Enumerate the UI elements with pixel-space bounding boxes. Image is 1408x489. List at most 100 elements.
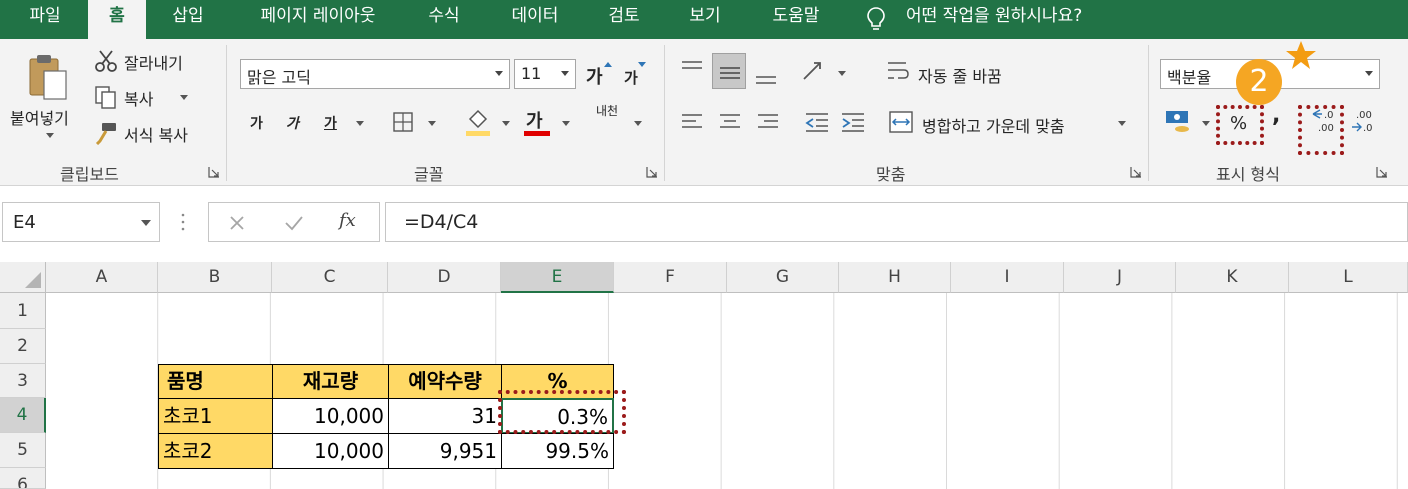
active-cell-highlight-box (498, 390, 626, 434)
format-painter-button[interactable]: 서식 복사 (94, 121, 214, 147)
merge-center-icon (889, 111, 913, 133)
decrease-indent-icon[interactable] (804, 111, 830, 133)
tell-me-text: 어떤 작업을 원하시나요? (906, 6, 1083, 26)
cut-button[interactable]: 잘라내기 (94, 49, 204, 75)
name-box-value: E4 (13, 212, 36, 233)
tab-review[interactable]: 검토 (598, 0, 650, 39)
fill-color-icon[interactable] (464, 107, 492, 137)
alignment-group-label: 맞춤 (876, 165, 906, 184)
align-bottom-icon[interactable] (754, 65, 778, 85)
align-middle-icon (720, 67, 740, 79)
column-header-j[interactable]: J (1064, 262, 1176, 293)
orientation-icon[interactable] (800, 59, 826, 85)
table-cell[interactable]: 10,000 (272, 398, 389, 434)
tab-view[interactable]: 보기 (680, 0, 730, 39)
lightbulb-icon (867, 7, 885, 30)
formula-input[interactable]: =D4/C4 (385, 202, 1408, 242)
comma-style-button[interactable]: , (1272, 103, 1280, 128)
font-color-button[interactable]: 가 (526, 107, 543, 133)
tab-page-layout[interactable]: 페이지 레이아웃 (240, 0, 396, 39)
increase-indent-icon[interactable] (840, 111, 866, 133)
tab-help[interactable]: 도움말 (760, 0, 832, 39)
table-cell[interactable]: 99.5% (501, 433, 614, 469)
enter-check-icon[interactable] (283, 213, 305, 233)
tab-file[interactable]: 파일 (20, 0, 70, 39)
italic-button[interactable]: 가 (286, 113, 299, 133)
row-header-1[interactable]: 1 (0, 293, 46, 329)
worksheet-grid: A B C D E F G H I J K L 1 2 3 4 5 6 품명 재… (0, 262, 1408, 489)
table-header-cell[interactable]: 재고량 (272, 364, 389, 399)
select-all-corner[interactable] (0, 262, 46, 293)
font-size-value: 11 (521, 64, 542, 83)
bold-button[interactable]: 가 (250, 113, 263, 133)
underline-button[interactable]: 가 (324, 113, 337, 133)
column-header-a[interactable]: A (46, 262, 158, 293)
tab-insert[interactable]: 삽입 (162, 0, 214, 39)
font-size-combo[interactable]: 11 (514, 59, 576, 89)
column-header-k[interactable]: K (1176, 262, 1289, 293)
decrease-decimal-icon[interactable]: .00 .0 (1350, 107, 1380, 135)
row-header-6[interactable]: 6 (0, 468, 46, 489)
table-header-cell[interactable]: 품명 (158, 364, 273, 399)
font-name-value: 맑은 고딕 (247, 68, 311, 87)
tab-home[interactable]: 홈 (88, 0, 146, 39)
chevron-down-icon (561, 71, 569, 76)
group-divider (226, 45, 227, 181)
table-cell[interactable]: 10,000 (272, 433, 389, 469)
cancel-icon[interactable] (227, 213, 247, 233)
phonetic-button[interactable]: 내천 (596, 105, 618, 117)
grow-font-button[interactable]: 가 (586, 63, 603, 89)
align-left-icon[interactable] (680, 111, 704, 133)
tab-data[interactable]: 데이터 (500, 0, 570, 39)
paste-label: 붙여넣기 (10, 109, 69, 128)
step-badge: 2 (1236, 59, 1282, 105)
copy-dropdown-icon (180, 95, 188, 100)
clipboard-group-label: 클립보드 (60, 165, 119, 184)
wrap-text-button[interactable]: 자동 줄 바꿈 (918, 63, 1002, 87)
table-cell[interactable]: 초코2 (158, 433, 273, 469)
font-name-combo[interactable]: 맑은 고딕 (240, 59, 510, 89)
svg-text:.0: .0 (1363, 123, 1373, 134)
font-group-label: 글꼴 (414, 165, 444, 184)
insert-function-button[interactable]: fx (339, 210, 356, 231)
align-center-icon[interactable] (718, 111, 742, 133)
formula-buttons: fx (208, 202, 380, 242)
column-header-e[interactable]: E (501, 262, 614, 293)
drag-handle-icon[interactable] (180, 212, 186, 232)
paste-dropdown-icon (46, 133, 54, 138)
tell-me-search[interactable]: 어떤 작업을 원하시나요? (866, 0, 1126, 39)
accounting-format-icon[interactable] (1164, 109, 1194, 135)
row-header-2[interactable]: 2 (0, 329, 46, 364)
tab-formulas[interactable]: 수식 (420, 0, 468, 39)
merge-center-button[interactable]: 병합하고 가운데 맞춤 (922, 113, 1065, 137)
table-header-cell[interactable]: 예약수량 (388, 364, 502, 399)
table-cell[interactable]: 초코1 (158, 398, 273, 434)
number-dialog-launcher-icon[interactable] (1376, 166, 1388, 178)
column-header-l[interactable]: L (1289, 262, 1408, 293)
wrap-text-icon (888, 62, 909, 79)
clipboard-dialog-launcher-icon[interactable] (208, 166, 220, 178)
align-right-icon[interactable] (756, 111, 780, 133)
table-cell[interactable]: 9,951 (388, 433, 502, 469)
paste-button[interactable]: 붙여넣기 (6, 49, 86, 149)
alignment-dialog-launcher-icon[interactable] (1130, 166, 1142, 178)
align-top-icon[interactable] (680, 59, 704, 79)
row-header-4[interactable]: 4 (0, 398, 46, 433)
shrink-font-button[interactable]: 가 (624, 67, 638, 88)
align-middle-button[interactable] (712, 53, 746, 89)
column-header-c[interactable]: C (272, 262, 388, 293)
column-header-d[interactable]: D (388, 262, 501, 293)
copy-button[interactable]: 복사 (94, 85, 204, 111)
name-box[interactable]: E4 (2, 202, 160, 242)
column-header-f[interactable]: F (614, 262, 727, 293)
row-header-3[interactable]: 3 (0, 364, 46, 398)
row-header-5[interactable]: 5 (0, 433, 46, 468)
font-color-dropdown-icon (562, 121, 570, 126)
column-header-i[interactable]: I (951, 262, 1064, 293)
table-cell[interactable]: 31 (388, 398, 502, 434)
font-dialog-launcher-icon[interactable] (646, 166, 658, 178)
column-header-g[interactable]: G (727, 262, 839, 293)
borders-icon[interactable] (392, 111, 414, 133)
column-header-b[interactable]: B (158, 262, 272, 293)
column-header-h[interactable]: H (839, 262, 951, 293)
